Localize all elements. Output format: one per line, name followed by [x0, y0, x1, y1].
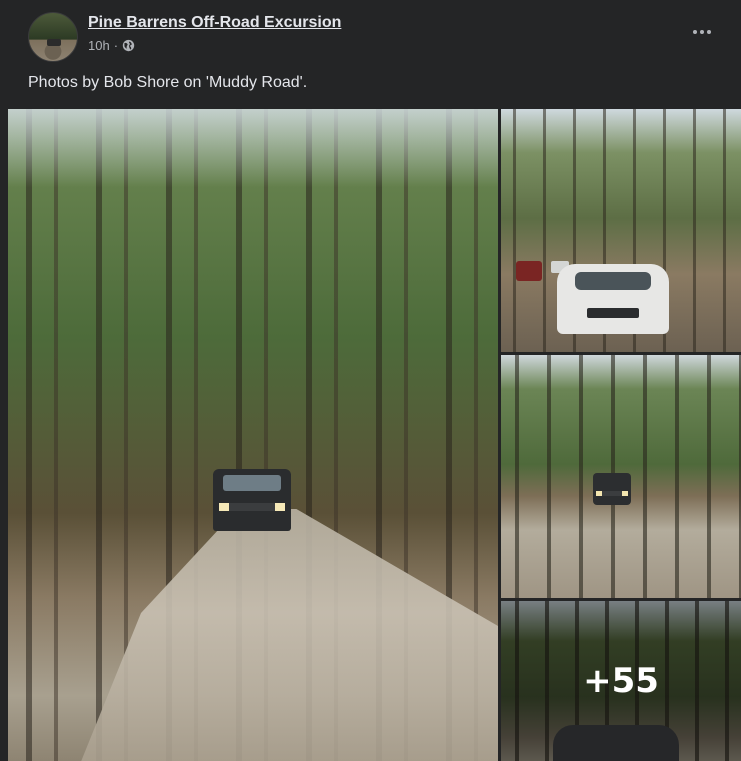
feed-post: Pine Barrens Off-Road Excursion 10h · Ph… [0, 0, 741, 761]
more-photos-count: +55 [583, 661, 659, 701]
photo-top-right[interactable] [501, 109, 741, 352]
pickup-truck [213, 469, 291, 531]
globe-icon[interactable] [122, 39, 135, 52]
red-vehicle [516, 261, 542, 281]
muddy-road [78, 509, 498, 761]
dot-icon [693, 30, 697, 34]
post-meta: 10h · [88, 38, 135, 53]
post-time[interactable]: 10h [88, 38, 110, 53]
more-photos-overlay[interactable]: +55 [501, 601, 741, 761]
group-name-link[interactable]: Pine Barrens Off-Road Excursion [88, 14, 341, 32]
dot-icon [700, 30, 704, 34]
group-avatar[interactable] [28, 12, 78, 62]
photo-middle-right[interactable] [501, 355, 741, 598]
post-header: Pine Barrens Off-Road Excursion 10h · [28, 12, 728, 62]
photo-main[interactable] [8, 109, 498, 761]
more-options-button[interactable] [688, 22, 716, 42]
pickup-truck-distant [593, 473, 631, 505]
meta-separator: · [113, 38, 119, 53]
dot-icon [707, 30, 711, 34]
post-caption: Photos by Bob Shore on 'Muddy Road'. [28, 74, 308, 91]
white-suv [557, 264, 669, 334]
photo-bottom-right[interactable]: +55 [501, 601, 741, 761]
avatar-car-image [47, 39, 61, 46]
